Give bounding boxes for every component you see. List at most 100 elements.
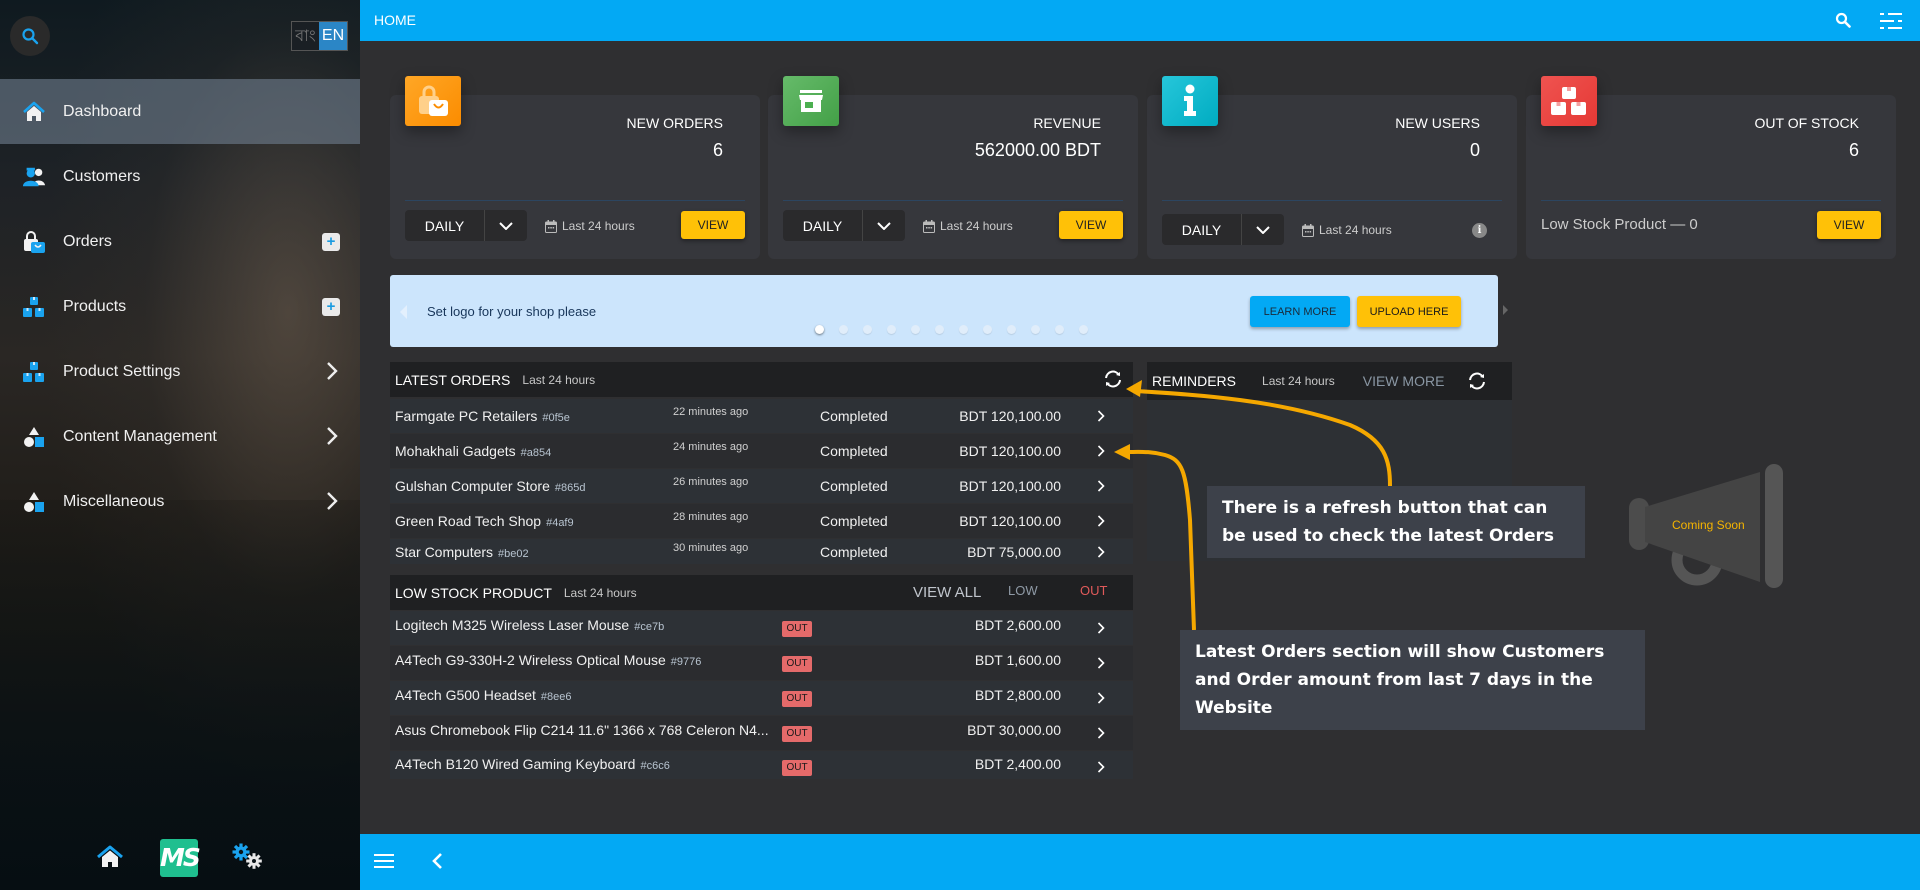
stock-row[interactable]: Logitech M325 Wireless Laser Mouse #ce7b O… [390, 611, 1133, 645]
app-logo[interactable]: MS [160, 839, 201, 877]
stat-card-revenue: REVENUE 562000.00 BDT DAILY Last 24 hour… [768, 76, 1138, 259]
sidebar-item-orders[interactable]: Orders + [0, 209, 360, 274]
order-row[interactable]: Farmgate PC Retailers #0f5e 22 minutes ago… [390, 399, 1133, 433]
order-row[interactable]: Gulshan Computer Store #865d 26 minutes ag… [390, 469, 1133, 503]
add-order-button[interactable]: + [322, 232, 340, 251]
order-row[interactable]: Star Computers #be02 30 minutes ago Complet… [390, 539, 1133, 564]
view-more-link[interactable]: VIEW MORE [1363, 373, 1445, 389]
coming-soon-widget: Coming Soon [1625, 462, 1795, 597]
home-button[interactable] [96, 845, 124, 874]
chevron-right-icon [1097, 622, 1105, 634]
carousel-dot[interactable] [863, 325, 872, 334]
sidebar-nav: Dashboard Customers Orders + Products + … [0, 79, 360, 534]
language-english[interactable]: EN [319, 22, 347, 50]
settings-button[interactable] [232, 843, 264, 876]
product-open-button[interactable] [1097, 621, 1105, 639]
stock-row[interactable]: Asus Chromebook Flip C214 11.6" 1366 x 7… [390, 716, 1133, 750]
learn-more-button[interactable]: LEARN MORE [1250, 296, 1350, 327]
carousel-dot[interactable] [1079, 325, 1088, 334]
search-icon [1835, 12, 1851, 28]
order-amount: BDT 120,100.00 [959, 513, 1061, 529]
period-label: DAILY [783, 210, 863, 241]
stock-status-badge: OUT [782, 621, 812, 637]
hamburger-icon [374, 854, 394, 868]
period-dropdown[interactable]: DAILY [1162, 214, 1284, 245]
carousel-dot[interactable] [1055, 325, 1064, 334]
product-name-text: Logitech M325 Wireless Laser Mouse [395, 617, 630, 633]
product-open-button[interactable] [1097, 760, 1105, 778]
product-open-button[interactable] [1097, 656, 1105, 674]
view-new-orders-button[interactable]: VIEW [681, 211, 745, 239]
stock-row[interactable]: A4Tech G500 Headset #8ee6 OUT BDT 2,800.00 [390, 681, 1133, 715]
product-name: A4Tech G9-330H-2 Wireless Optical Mouse #… [395, 652, 701, 668]
sidebar-item-miscellaneous[interactable]: Miscellaneous [0, 469, 360, 534]
customer-name-text: Farmgate PC Retailers [395, 408, 538, 424]
period-dropdown[interactable]: DAILY [783, 210, 905, 241]
order-open-button[interactable] [1097, 409, 1105, 427]
notice-text: Set logo for your shop please [427, 304, 597, 319]
carousel-dot[interactable] [935, 325, 944, 334]
stock-row[interactable]: A4Tech G9-330H-2 Wireless Optical Mouse #… [390, 646, 1133, 680]
order-row[interactable]: Green Road Tech Shop #4af9 28 minutes ago C… [390, 504, 1133, 538]
order-open-button[interactable] [1097, 514, 1105, 532]
sidebar-item-products[interactable]: Products + [0, 274, 360, 339]
order-status: Completed [820, 513, 888, 529]
sidebar-item-product-settings[interactable]: Product Settings [0, 339, 360, 404]
low-stock-count: Low Stock Product — 0 [1541, 216, 1698, 233]
carousel-prev-arrow[interactable] [400, 305, 407, 319]
carousel-dot[interactable] [983, 325, 992, 334]
sidebar-item-customers[interactable]: Customers [0, 144, 360, 209]
sidebar-item-label: Products [63, 297, 127, 315]
carousel-dot[interactable] [815, 325, 824, 334]
product-name-text: A4Tech G500 Headset [395, 687, 536, 703]
period-dropdown[interactable]: DAILY [405, 210, 527, 241]
sidebar-item-label: Customers [63, 167, 141, 185]
view-all-link[interactable]: VIEW ALL [913, 584, 981, 601]
order-open-button[interactable] [1097, 479, 1105, 497]
carousel-dot[interactable] [839, 325, 848, 334]
header-menu-button[interactable] [1880, 12, 1904, 35]
upload-logo-button[interactable]: UPLOAD HERE [1357, 296, 1461, 327]
carousel-dot[interactable] [959, 325, 968, 334]
customer-name-text: Star Computers [395, 544, 494, 560]
stock-row[interactable]: A4Tech B120 Wired Gaming Keyboard #c6c6 OU… [390, 751, 1133, 779]
chevron-down-icon [863, 210, 905, 241]
order-open-button[interactable] [1097, 545, 1105, 563]
date-range-label: Last 24 hours [940, 219, 1013, 233]
carousel-dot[interactable] [911, 325, 920, 334]
panel-subtitle: Last 24 hours [1262, 374, 1335, 388]
menu-toggle-button[interactable] [374, 853, 394, 874]
boxes-icon [22, 295, 46, 319]
filter-out-tab[interactable]: OUT [1080, 583, 1107, 598]
sidebar-search-button[interactable] [10, 16, 50, 56]
coming-soon-label: Coming Soon [1672, 518, 1745, 532]
sidebar-item-content-management[interactable]: Content Management [0, 404, 360, 469]
chevron-left-icon [432, 853, 442, 869]
info-icon[interactable]: i [1472, 223, 1487, 238]
customer-name-text: Green Road Tech Shop [395, 513, 542, 529]
sidebar-item-dashboard[interactable]: Dashboard [0, 79, 360, 144]
order-id: #865d [554, 482, 586, 494]
language-bangla[interactable]: বাং [292, 22, 319, 50]
filter-low-tab[interactable]: LOW [1008, 583, 1038, 598]
view-out-of-stock-button[interactable]: VIEW [1817, 211, 1881, 239]
stock-status-badge: OUT [782, 726, 812, 742]
header-search-button[interactable] [1835, 12, 1851, 33]
refresh-icon [1469, 372, 1485, 390]
refresh-reminders-button[interactable] [1467, 372, 1487, 395]
add-product-button[interactable]: + [322, 297, 340, 316]
order-open-button[interactable] [1097, 444, 1105, 462]
shopping-bag-icon [22, 230, 46, 254]
carousel-next-arrow[interactable] [1503, 305, 1508, 315]
customer-name: Green Road Tech Shop #4af9 [395, 513, 574, 529]
refresh-orders-button[interactable] [1103, 370, 1123, 393]
view-revenue-button[interactable]: VIEW [1059, 211, 1123, 239]
product-open-button[interactable] [1097, 691, 1105, 709]
back-button[interactable] [431, 852, 443, 875]
carousel-dot[interactable] [887, 325, 896, 334]
order-row[interactable]: Mohakhali Gadgets #a854 24 minutes ago Comp… [390, 434, 1133, 468]
sliders-icon [1880, 13, 1902, 29]
carousel-dot[interactable] [1031, 325, 1040, 334]
product-open-button[interactable] [1097, 726, 1105, 744]
carousel-dot[interactable] [1007, 325, 1016, 334]
